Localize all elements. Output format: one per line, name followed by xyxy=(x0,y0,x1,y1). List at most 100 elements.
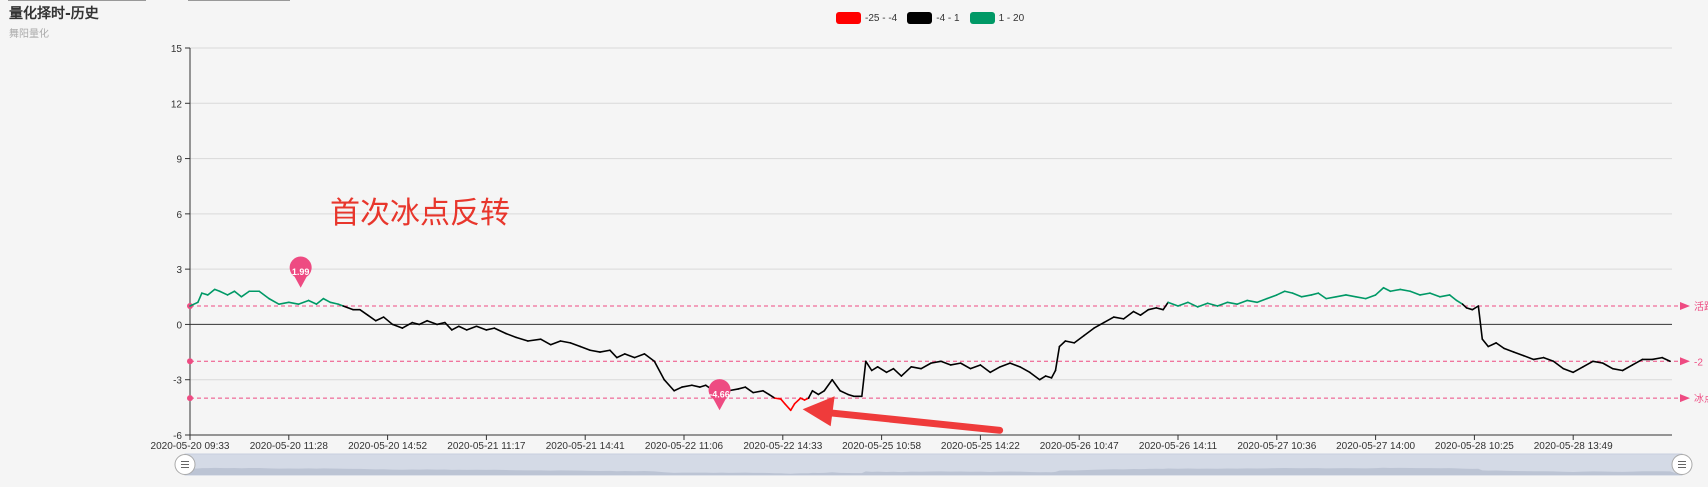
series-segment xyxy=(817,389,826,396)
series-segment xyxy=(401,321,414,329)
series-segment xyxy=(1093,321,1105,329)
series-segment xyxy=(1216,301,1229,307)
series-segment xyxy=(633,353,646,359)
series-segment xyxy=(485,327,496,331)
series-segment xyxy=(681,384,693,388)
series-segment xyxy=(1562,367,1574,374)
series-segment xyxy=(609,349,618,359)
annotation-arrow-shaft xyxy=(821,408,1004,434)
markline-arrow xyxy=(1680,394,1690,403)
series-segment xyxy=(1276,290,1286,296)
series-segment xyxy=(920,362,932,370)
mark-point-label: 1.99 xyxy=(292,267,310,277)
series-segment xyxy=(940,360,952,366)
series-segment xyxy=(1335,294,1347,298)
series-segment xyxy=(599,349,611,353)
series-segment xyxy=(969,364,982,370)
series-segment xyxy=(1300,294,1313,298)
series-segment xyxy=(768,393,776,399)
x-tick-label: 2020-05-20 14:52 xyxy=(348,441,427,452)
series-segment xyxy=(979,364,992,374)
series-segment xyxy=(329,301,340,305)
series-segment xyxy=(1009,362,1021,368)
series-segment xyxy=(1236,299,1248,305)
series-segment xyxy=(1661,356,1671,363)
series-segment xyxy=(315,297,325,305)
series-segment xyxy=(910,366,922,370)
series-segment xyxy=(465,325,478,331)
series-segment xyxy=(505,332,517,339)
series-segment xyxy=(870,366,879,372)
series-segment xyxy=(1310,292,1320,296)
series-segment xyxy=(885,367,895,374)
series-segment xyxy=(515,336,529,342)
series-segment xyxy=(1419,292,1431,296)
series-segment xyxy=(1572,366,1584,374)
series-segment xyxy=(1019,366,1031,374)
series-segment xyxy=(1374,286,1385,296)
x-tick-label: 2020-05-27 14:00 xyxy=(1336,441,1415,452)
series-segment xyxy=(1542,356,1555,363)
annotation-text: 首次冰点反转 xyxy=(330,196,510,231)
data-zoom-handle-left[interactable] xyxy=(174,454,196,475)
series-segment xyxy=(233,290,243,298)
x-tick-label: 2020-05-28 10:25 xyxy=(1435,441,1514,452)
series-segment xyxy=(900,366,913,377)
series-segment xyxy=(1050,369,1057,379)
series-segment xyxy=(1409,290,1421,296)
series-segment xyxy=(1226,301,1239,305)
series-segment xyxy=(1552,360,1565,370)
series-segment xyxy=(1317,292,1327,300)
series-segment xyxy=(673,386,683,392)
x-tick-label: 2020-05-25 10:58 xyxy=(842,441,921,452)
series-segment xyxy=(1167,301,1179,307)
x-tick-label: 2020-05-20 11:28 xyxy=(250,441,329,452)
series-segment xyxy=(847,393,855,398)
series-segment xyxy=(226,290,236,296)
series-segment xyxy=(1054,345,1061,372)
series-segment xyxy=(811,389,820,396)
series-segment xyxy=(1399,288,1411,293)
series-segment xyxy=(1602,362,1614,370)
series-segment xyxy=(549,340,562,346)
series-segment xyxy=(959,362,972,370)
series-segment xyxy=(1495,342,1505,350)
series-segment xyxy=(197,292,203,304)
series-segment xyxy=(201,292,209,296)
series-segment xyxy=(444,321,453,331)
series-segment xyxy=(1621,364,1634,372)
series-segment xyxy=(1132,310,1142,317)
series-segment xyxy=(793,397,802,405)
series-segment xyxy=(1532,356,1545,361)
series-segment xyxy=(539,338,552,346)
line-chart: -6-3036912152020-05-20 09:33 2020-05-20 1… xyxy=(151,44,1708,476)
series-segment xyxy=(1631,358,1644,366)
series-segment xyxy=(737,386,747,390)
series-segment xyxy=(206,288,216,296)
series-segment xyxy=(1283,290,1294,294)
series-segment xyxy=(807,389,814,399)
series-segment xyxy=(774,397,782,400)
markline-arrow xyxy=(1680,302,1690,310)
series-segment xyxy=(359,308,369,317)
series-segment xyxy=(1058,340,1067,348)
data-zoom-handle-right[interactable] xyxy=(1671,454,1693,475)
series-segment xyxy=(989,366,1001,374)
series-segment xyxy=(426,319,438,326)
y-tick-label: 9 xyxy=(176,155,182,166)
series-segment xyxy=(1038,375,1047,381)
series-segment xyxy=(823,378,834,392)
series-segment xyxy=(1291,292,1303,298)
markline-label: -2 xyxy=(1694,357,1703,368)
series-segment xyxy=(643,353,656,363)
series-segment xyxy=(297,299,310,305)
series-segment xyxy=(663,378,675,392)
series-segment xyxy=(623,353,636,359)
x-tick-label: 2020-05-26 10:47 xyxy=(1040,441,1119,452)
y-tick-label: 12 xyxy=(171,99,183,110)
series-segment xyxy=(589,349,601,353)
series-segment xyxy=(1147,307,1158,311)
series-segment xyxy=(752,389,764,394)
series-segment xyxy=(240,290,251,298)
markline-label: 活跃区 xyxy=(1694,301,1708,313)
